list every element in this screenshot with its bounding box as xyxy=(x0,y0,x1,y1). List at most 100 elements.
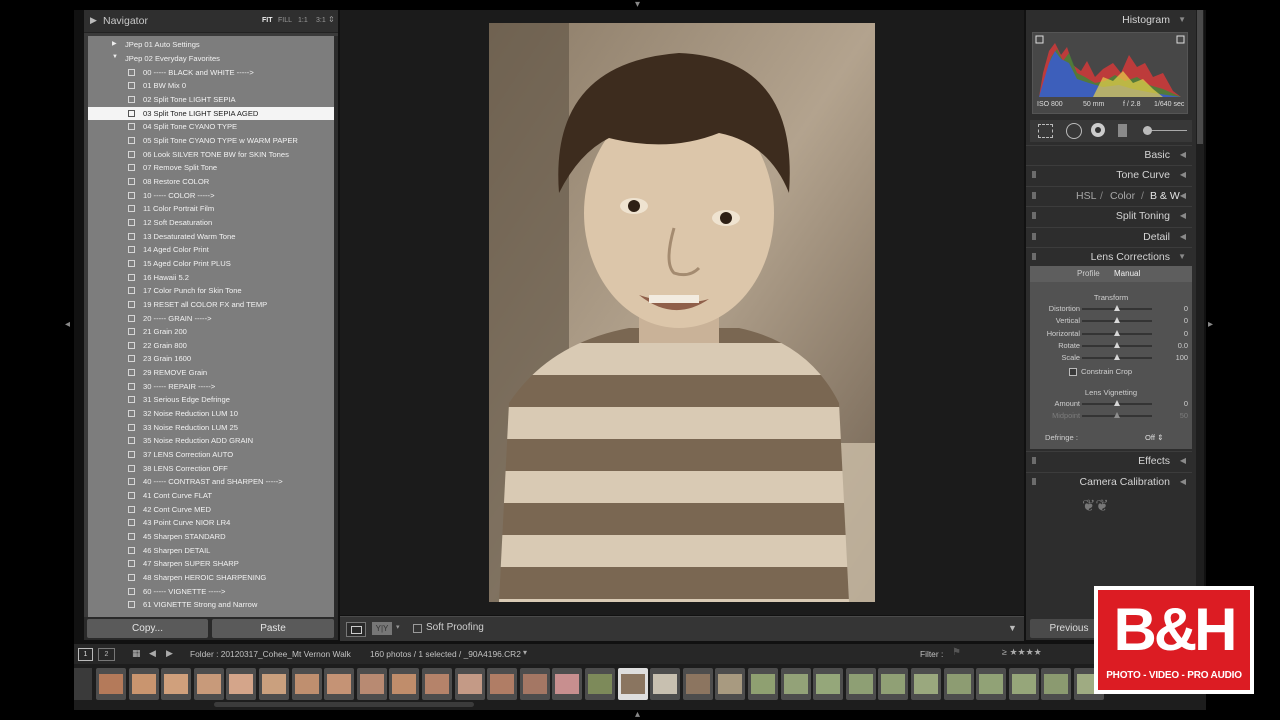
lens-slider-row[interactable]: Horizontal 0 xyxy=(1030,328,1192,340)
preset-item[interactable]: 21 Grain 200 xyxy=(88,325,334,339)
slider-thumb[interactable] xyxy=(1114,341,1120,348)
histogram-header[interactable]: Histogram ▼ xyxy=(1026,10,1192,30)
filmstrip-thumbnail[interactable] xyxy=(1008,668,1039,700)
zoom-dropdown-icon[interactable]: ⇕ xyxy=(328,15,335,24)
lens-slider-row[interactable]: Rotate 0.0 xyxy=(1030,340,1192,352)
filmstrip-thumbnail[interactable] xyxy=(96,668,126,700)
slider-thumb[interactable] xyxy=(1114,317,1120,324)
before-after-view-icon[interactable]: Y|Y xyxy=(372,622,392,635)
forward-arrow-icon[interactable]: ▶ xyxy=(166,648,173,659)
loupe-view-icon[interactable] xyxy=(346,622,366,637)
slider-value[interactable]: 0 xyxy=(1184,399,1188,408)
filmstrip-thumbnail[interactable] xyxy=(748,668,778,700)
slider-value[interactable]: 0 xyxy=(1184,316,1188,325)
filmstrip-thumbnail[interactable] xyxy=(1041,668,1072,700)
preset-item[interactable]: 61 VIGNETTE Strong and Narrow xyxy=(88,598,334,612)
slider-value[interactable]: 100 xyxy=(1176,353,1188,362)
top-panel-toggle-icon[interactable]: ▾ xyxy=(635,0,640,10)
filmstrip-thumbnail[interactable] xyxy=(356,668,387,700)
rating-filter-icon[interactable]: ≥ ★★★★ xyxy=(1002,647,1042,658)
preset-item[interactable]: 03 Split Tone LIGHT SEPIA AGED xyxy=(88,106,334,121)
filmstrip-thumbnail[interactable] xyxy=(976,668,1007,700)
preset-item[interactable]: 00 ----- BLACK and WHITE -----> xyxy=(88,66,334,80)
filmstrip-thumbnail[interactable] xyxy=(813,668,844,700)
preset-item[interactable]: 12 Soft Desaturation xyxy=(88,216,334,230)
lens-tab-manual[interactable]: Manual xyxy=(1114,269,1140,278)
adjustment-brush-icon[interactable] xyxy=(1143,126,1187,135)
preset-item[interactable]: 01 BW Mix 0 xyxy=(88,79,334,93)
filmstrip-thumbnail[interactable] xyxy=(878,668,909,700)
preset-item[interactable]: 47 Sharpen SUPER SHARP xyxy=(88,557,334,571)
preset-item[interactable]: 08 Restore COLOR xyxy=(88,175,334,189)
right-panel-toggle-icon[interactable]: ▸ xyxy=(1208,320,1213,330)
preset-item[interactable]: 14 Aged Color Print xyxy=(88,243,334,257)
hsl-tab[interactable]: HSL xyxy=(1076,190,1096,202)
view-dropdown-icon[interactable]: ▾ xyxy=(396,623,400,631)
panel-switch-icon[interactable] xyxy=(1032,171,1036,178)
preset-item[interactable]: 11 Color Portrait Film xyxy=(88,202,334,216)
filmstrip-scroll-left[interactable] xyxy=(74,668,92,700)
preset-item[interactable]: 41 Cont Curve FLAT xyxy=(88,489,334,503)
filmstrip-thumbnail[interactable] xyxy=(715,668,746,700)
preset-item[interactable]: 22 Grain 800 xyxy=(88,339,334,353)
filmstrip-thumbnail[interactable] xyxy=(650,668,681,700)
expand-icon[interactable]: ◀ xyxy=(1180,477,1186,486)
slider-value[interactable]: 50 xyxy=(1180,411,1188,420)
filmstrip-thumbnail[interactable] xyxy=(128,668,159,700)
zoom-1-1[interactable]: 1:1 xyxy=(298,17,308,24)
slider-thumb[interactable] xyxy=(1114,400,1120,406)
soft-proofing-checkbox[interactable] xyxy=(413,624,422,633)
left-panel-toggle-icon[interactable]: ◂ xyxy=(65,320,70,330)
preset-item[interactable]: 19 RESET all COLOR FX and TEMP xyxy=(88,298,334,312)
panel-switch-icon[interactable] xyxy=(1032,192,1036,199)
folder-collapsed-icon[interactable]: ▶ xyxy=(112,40,117,47)
lens-slider-row[interactable]: Distortion 0 xyxy=(1030,303,1192,315)
preset-item[interactable]: 60 ----- VIGNETTE -----> xyxy=(88,585,334,599)
detail-panel-header[interactable]: Detail ◀ xyxy=(1026,227,1192,247)
filmstrip-thumbnail[interactable] xyxy=(552,668,583,700)
filmstrip-thumbnail[interactable] xyxy=(226,668,257,700)
preset-item[interactable]: 29 REMOVE Grain xyxy=(88,366,334,380)
panel-switch-icon[interactable] xyxy=(1032,478,1036,485)
filmstrip-thumbnail[interactable] xyxy=(780,668,811,700)
bw-tab[interactable]: B & W xyxy=(1150,190,1180,202)
slider-thumb[interactable] xyxy=(1114,329,1120,336)
expand-icon[interactable]: ◀ xyxy=(1180,211,1186,220)
lens-slider-row[interactable]: Midpoint 50 xyxy=(1030,410,1192,422)
lens-corrections-panel-header[interactable]: Lens Corrections ▼ xyxy=(1026,247,1192,267)
preset-item[interactable]: 40 ----- CONTRAST and SHARPEN -----> xyxy=(88,475,334,489)
filmstrip-thumbnail[interactable] xyxy=(422,668,452,700)
preset-item[interactable]: 38 LENS Correction OFF xyxy=(88,462,334,476)
right-panel-scrollbar[interactable] xyxy=(1196,10,1204,640)
crop-tool-icon[interactable] xyxy=(1038,124,1053,138)
preset-item[interactable]: 04 Split Tone CYANO TYPE xyxy=(88,120,334,134)
expand-triangle-icon[interactable]: ▶ xyxy=(90,15,97,26)
preset-item[interactable]: 30 ----- REPAIR -----> xyxy=(88,380,334,394)
defringe-select[interactable]: Off ⇕ xyxy=(1145,433,1164,442)
filmstrip-thumbnail[interactable] xyxy=(454,668,485,700)
preset-item[interactable]: 33 Noise Reduction LUM 25 xyxy=(88,421,334,435)
graduated-filter-icon[interactable] xyxy=(1118,124,1127,137)
copy-button[interactable]: Copy... xyxy=(87,619,208,638)
preset-item[interactable]: 42 Cont Curve MED xyxy=(88,503,334,517)
preset-item[interactable]: 07 Remove Split Tone xyxy=(88,161,334,175)
lens-slider-row[interactable]: Scale 100 xyxy=(1030,352,1192,364)
secondary-window-button[interactable]: 2 xyxy=(98,648,115,661)
expand-icon[interactable]: ◀ xyxy=(1180,232,1186,241)
preset-item[interactable]: 20 ----- GRAIN -----> xyxy=(88,312,334,326)
histogram[interactable]: ISO 800 50 mm f / 2.8 1/640 sec xyxy=(1032,32,1188,114)
filmstrip-thumbnail[interactable] xyxy=(911,668,941,700)
collapse-icon[interactable]: ▼ xyxy=(1178,15,1186,24)
presets-scrollbar[interactable] xyxy=(334,36,338,620)
navigator-header[interactable]: ▶ Navigator FIT FILL 1:1 3:1 ⇕ xyxy=(84,10,338,33)
filmstrip-thumbnail[interactable] xyxy=(585,668,615,700)
preset-item[interactable]: 37 LENS Correction AUTO xyxy=(88,448,334,462)
spot-removal-icon[interactable] xyxy=(1066,123,1082,139)
grid-view-icon[interactable]: ▦ xyxy=(132,648,141,659)
preset-item[interactable]: 31 Serious Edge Defringe xyxy=(88,393,334,407)
filmstrip-thumbnail[interactable] xyxy=(291,668,322,700)
filmstrip-thumbnail[interactable] xyxy=(519,668,550,700)
toolbar-menu-icon[interactable]: ▼ xyxy=(1008,623,1017,633)
photo-count[interactable]: 160 photos / 1 selected / _90A4196.CR2 xyxy=(370,649,521,659)
filmstrip-thumbnail[interactable] xyxy=(617,668,648,700)
